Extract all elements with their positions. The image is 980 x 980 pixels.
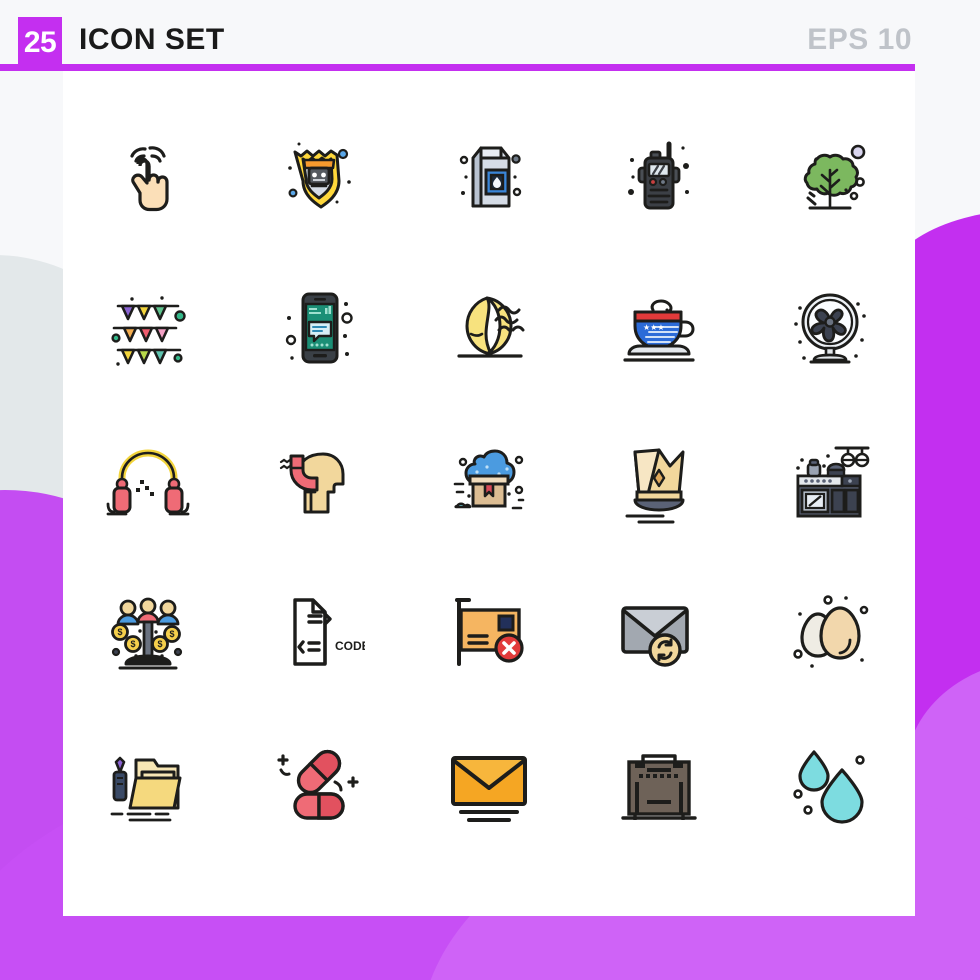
icon-cell-electric-fan[interactable] <box>745 252 915 404</box>
eggs-icon <box>793 595 869 668</box>
headphones-icon <box>106 449 190 516</box>
code-file-icon: CODE <box>292 598 365 666</box>
icon-cell-crown[interactable] <box>574 404 744 556</box>
page-title: ICON SET <box>79 23 225 56</box>
tree-icon <box>803 144 866 210</box>
icon-cell-milk-carton[interactable] <box>404 100 574 252</box>
icon-cell-amplifier[interactable] <box>574 708 744 860</box>
crown-icon <box>625 448 685 524</box>
icon-cell-crowdfunding[interactable]: $ $ $ $ <box>63 556 233 708</box>
mobile-chat-icon <box>285 292 353 364</box>
icon-cell-cloud-gift-box[interactable] <box>404 404 574 556</box>
svg-text:$: $ <box>131 639 136 649</box>
icon-count-badge: 25 <box>18 17 62 69</box>
eps-version-label: EPS 10 <box>807 23 912 56</box>
icon-set-poster: 25 ICON SET EPS 10 ★★★ $ $ $ $ COD <box>0 0 980 980</box>
icon-cell-code-file[interactable]: CODE <box>233 556 403 708</box>
svg-text:★★★: ★★★ <box>643 323 665 332</box>
icon-cell-eggs[interactable] <box>745 556 915 708</box>
walkie-talkie-icon <box>628 141 690 210</box>
electric-fan-icon <box>793 293 866 364</box>
american-flag-coffee-cup-icon: ★★★ <box>623 299 695 362</box>
icon-cell-walkie-talkie[interactable] <box>574 100 744 252</box>
capsule-pills-icon <box>276 749 359 820</box>
crescent-moon-clouds-icon <box>457 296 525 358</box>
email-sync-icon <box>621 606 690 667</box>
two-finger-tap-gesture-icon <box>130 146 169 212</box>
background-blob-right-light <box>905 660 980 980</box>
magnet-head-icon <box>279 452 345 514</box>
folder-settings-icon <box>110 756 182 822</box>
icon-cell-party-bunting[interactable] <box>63 252 233 404</box>
svg-text:$: $ <box>170 629 175 639</box>
icon-cell-email-sync[interactable] <box>574 556 744 708</box>
banner-error-icon <box>454 598 524 666</box>
icon-cell-tree[interactable] <box>745 100 915 252</box>
icon-cell-kitchen[interactable] <box>745 404 915 556</box>
icon-cell-robot-shield-badge[interactable] <box>233 100 403 252</box>
icon-cell-folder-settings[interactable] <box>63 708 233 860</box>
icon-cell-two-finger-tap-gesture[interactable] <box>63 100 233 252</box>
icon-cell-magnet-head[interactable] <box>233 404 403 556</box>
water-drops-icon <box>793 750 865 824</box>
party-bunting-icon <box>111 296 186 366</box>
kitchen-icon <box>795 446 870 518</box>
robot-shield-badge-icon <box>287 142 351 209</box>
icon-cell-mobile-chat[interactable] <box>233 252 403 404</box>
cloud-gift-box-icon <box>453 449 525 510</box>
icon-cell-headphones[interactable] <box>63 404 233 556</box>
svg-text:$: $ <box>158 639 163 649</box>
icon-cell-envelope[interactable] <box>404 708 574 860</box>
amplifier-icon <box>621 754 698 820</box>
milk-carton-icon <box>459 146 522 208</box>
icon-cell-water-drops[interactable] <box>745 708 915 860</box>
svg-text:$: $ <box>118 627 123 637</box>
icon-grid: ★★★ $ $ $ $ COD <box>63 100 915 860</box>
icon-cell-crescent-moon-clouds[interactable] <box>404 252 574 404</box>
crowdfunding-icon: $ $ $ $ <box>111 597 183 670</box>
icon-cell-banner-error[interactable] <box>404 556 574 708</box>
code-file-label: CODE <box>335 639 365 653</box>
poster-header: 25 ICON SET EPS 10 <box>0 0 980 71</box>
envelope-icon <box>450 756 527 822</box>
icon-cell-american-flag-coffee-cup[interactable]: ★★★ <box>574 252 744 404</box>
icon-cell-capsule-pills[interactable] <box>233 708 403 860</box>
header-divider <box>0 64 915 71</box>
